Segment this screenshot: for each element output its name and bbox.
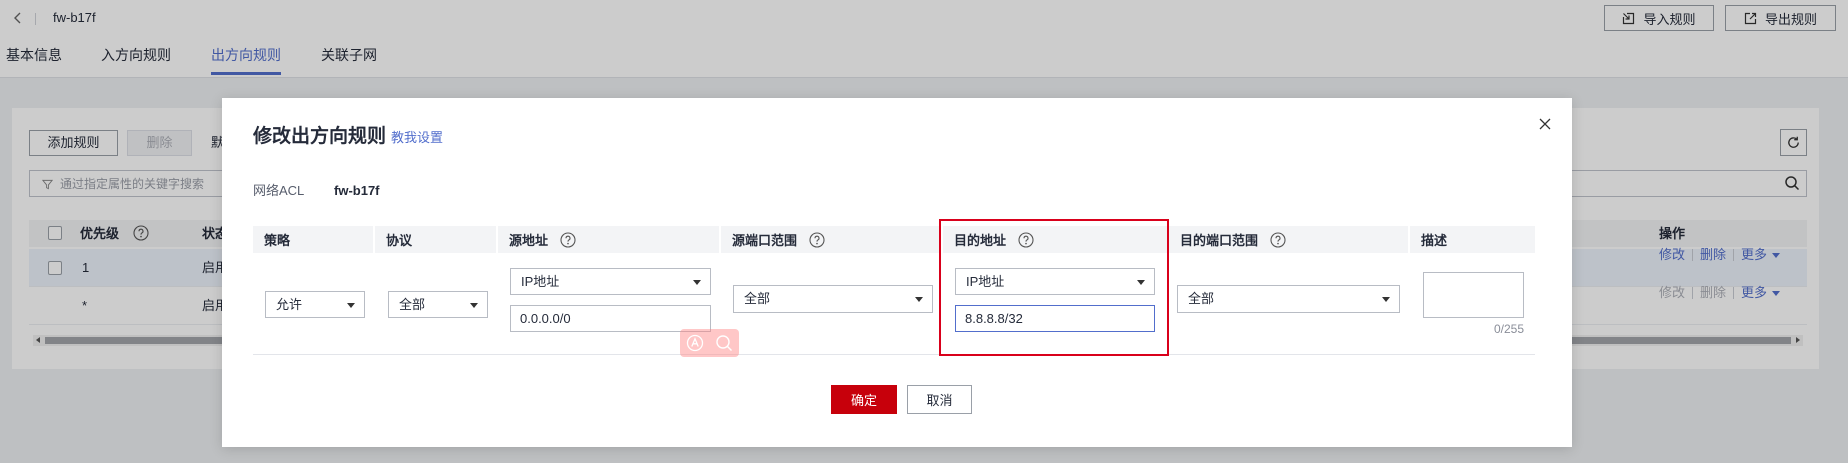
protocol-select[interactable]: 全部 xyxy=(388,291,488,318)
source-address-type-value: IP地址 xyxy=(521,274,560,289)
edit-outbound-rule-dialog: 修改出方向规则 教我设置 网络ACL fw-b17f 策略 协议 源地址 源端口范… xyxy=(222,98,1572,447)
policy-header: 策略 xyxy=(253,226,373,253)
description-textarea[interactable] xyxy=(1423,272,1524,318)
source-port-range-value: 全部 xyxy=(744,291,771,306)
dialog-title-text: 修改出方向规则 xyxy=(253,126,387,147)
acl-value: fw-b17f xyxy=(334,183,380,198)
destination-address-input[interactable] xyxy=(955,305,1155,332)
acl-label: 网络ACL xyxy=(253,183,305,198)
caret-down-icon xyxy=(915,297,923,302)
source-address-header-label: 源地址 xyxy=(509,233,549,248)
translate-widget[interactable] xyxy=(680,329,739,357)
caret-down-icon xyxy=(470,303,478,308)
destination-address-header-label: 目的地址 xyxy=(954,233,1007,248)
destination-port-range-header-label: 目的端口范围 xyxy=(1180,233,1259,248)
cancel-button[interactable]: 取消 xyxy=(907,385,972,414)
help-link[interactable]: 教我设置 xyxy=(391,130,443,145)
policy-value: 允许 xyxy=(276,297,303,312)
protocol-header-label: 协议 xyxy=(386,233,413,248)
policy-header-label: 策略 xyxy=(264,233,291,248)
source-port-range-select[interactable]: 全部 xyxy=(733,285,933,313)
help-icon[interactable] xyxy=(1270,231,1286,248)
help-icon[interactable] xyxy=(560,231,576,248)
protocol-value: 全部 xyxy=(399,297,426,312)
source-address-header: 源地址 xyxy=(498,226,719,253)
source-port-range-header-label: 源端口范围 xyxy=(732,233,798,248)
destination-port-range-value: 全部 xyxy=(1188,291,1215,306)
description-char-counter: 0/255 xyxy=(1493,322,1524,336)
rule-table-header: 策略 协议 源地址 源端口范围 目的地址 目的端口范围 描述 xyxy=(253,226,1535,253)
destination-port-range-select[interactable]: 全部 xyxy=(1177,285,1400,313)
caret-down-icon xyxy=(1137,280,1145,285)
caret-down-icon xyxy=(693,280,701,285)
source-address-input[interactable] xyxy=(510,305,711,332)
confirm-button[interactable]: 确定 xyxy=(831,385,897,414)
destination-address-header: 目的地址 xyxy=(943,226,1167,253)
dialog-title: 修改出方向规则 教我设置 xyxy=(253,125,443,150)
translate-icon[interactable] xyxy=(686,334,704,352)
help-icon[interactable] xyxy=(1018,231,1034,248)
help-icon[interactable] xyxy=(809,231,825,248)
caret-down-icon xyxy=(347,303,355,308)
close-icon[interactable] xyxy=(1539,118,1551,130)
destination-port-range-header: 目的端口范围 xyxy=(1169,226,1408,253)
magnifier-icon[interactable] xyxy=(715,334,733,352)
description-header: 描述 xyxy=(1410,226,1535,253)
destination-address-type-value: IP地址 xyxy=(966,274,1005,289)
destination-address-type-select[interactable]: IP地址 xyxy=(955,268,1155,295)
protocol-header: 协议 xyxy=(375,226,496,253)
source-address-type-select[interactable]: IP地址 xyxy=(510,268,711,295)
caret-down-icon xyxy=(1382,297,1390,302)
policy-select[interactable]: 允许 xyxy=(265,291,365,318)
description-header-label: 描述 xyxy=(1421,233,1448,248)
source-port-range-header: 源端口范围 xyxy=(721,226,941,253)
row-divider xyxy=(253,354,1535,355)
